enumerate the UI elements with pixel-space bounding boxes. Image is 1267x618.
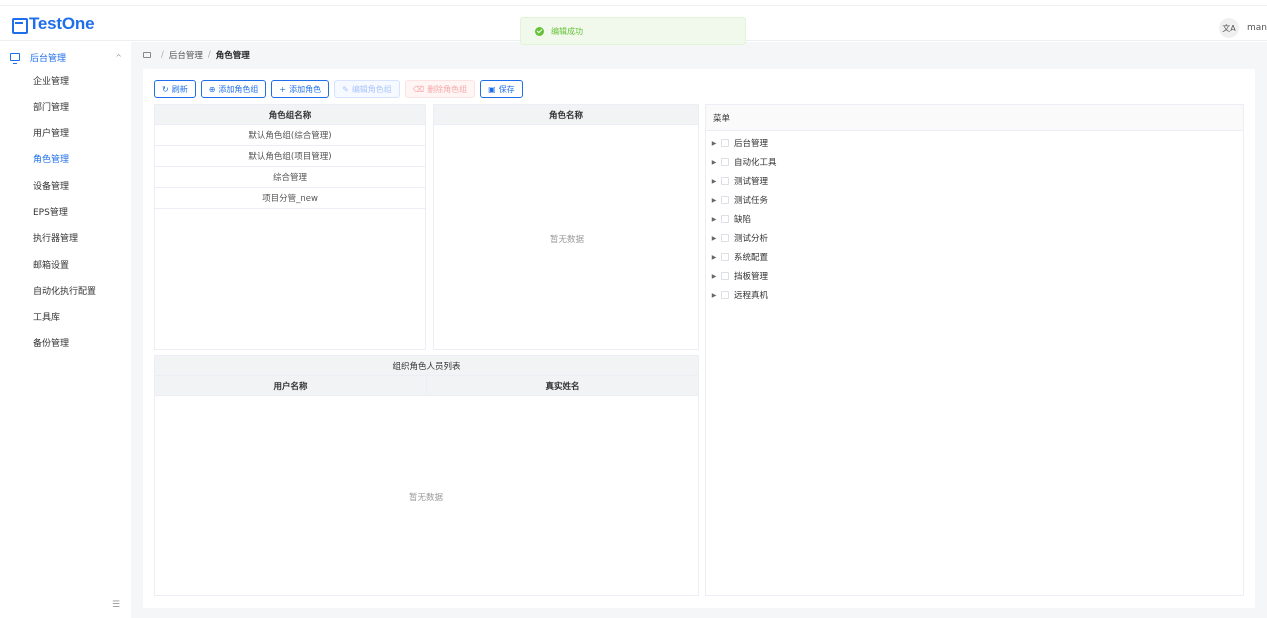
checkbox[interactable] — [721, 215, 729, 223]
plus-icon: + — [279, 84, 287, 94]
sidebar-group-backend[interactable]: 后台管理 ^ — [10, 48, 122, 66]
role-header: 角色名称 — [434, 105, 698, 125]
tree-node[interactable]: ▶ 系统配置 — [709, 249, 768, 265]
sidebar-item-mail[interactable]: 邮箱设置 — [33, 258, 69, 274]
checkbox[interactable] — [721, 234, 729, 242]
user-area: 文A manager — [1219, 18, 1267, 38]
edit-role-group-button[interactable]: ✎ 编辑角色组 — [334, 80, 400, 98]
edit-icon: ✎ — [342, 84, 349, 94]
table-row[interactable]: 默认角色组(综合管理) — [155, 125, 425, 146]
checkbox[interactable] — [721, 291, 729, 299]
role-panel: 角色名称 暂无数据 — [433, 104, 699, 350]
sidebar-item-executors[interactable]: 执行器管理 — [33, 231, 78, 247]
empty-text: 暂无数据 — [409, 493, 444, 503]
caret-right-icon[interactable]: ▶ — [709, 216, 719, 223]
success-check-icon — [535, 26, 544, 36]
save-button[interactable]: ▣ 保存 — [480, 80, 523, 98]
sidebar-item-users[interactable]: 用户管理 — [33, 126, 69, 142]
main-content: / 后台管理 / 角色管理 ↻ 刷新 ⊕ 添加角色组 + 添加角色 ✎ 编辑角色组 ⌫ 删… — [131, 42, 1267, 618]
sidebar-item-department[interactable]: 部门管理 — [33, 100, 69, 116]
table-row[interactable]: 综合管理 — [155, 167, 425, 188]
member-columns: 用户名称 真实姓名 — [155, 376, 698, 396]
caret-right-icon[interactable]: ▶ — [709, 178, 719, 185]
tree-node[interactable]: ▶ 缺陷 — [709, 211, 751, 227]
table-row[interactable]: 项目分管_new — [155, 188, 425, 209]
checkbox[interactable] — [721, 158, 729, 166]
sidebar-item-toolbox[interactable]: 工具库 — [33, 310, 60, 326]
toolbar: ↻ 刷新 ⊕ 添加角色组 + 添加角色 ✎ 编辑角色组 ⌫ 删除角色组 ▣ 保存 — [154, 80, 523, 98]
sidebar-item-backup[interactable]: 备份管理 — [33, 336, 69, 352]
user-name[interactable]: manager — [1247, 23, 1267, 33]
sidebar-item-roles[interactable]: 角色管理 — [33, 152, 69, 168]
home-icon[interactable] — [143, 52, 151, 58]
caret-right-icon[interactable]: ▶ — [709, 159, 719, 166]
tree-node[interactable]: ▶ 挡板管理 — [709, 268, 768, 284]
tree-node[interactable]: ▶ 后台管理 — [709, 135, 768, 151]
sidebar-item-enterprise[interactable]: 企业管理 — [33, 74, 69, 90]
table-row[interactable]: 默认角色组(项目管理) — [155, 146, 425, 167]
refresh-button[interactable]: ↻ 刷新 — [154, 80, 196, 98]
sidebar: 后台管理 ^ 企业管理 部门管理 用户管理 角色管理 设备管理 EPS管理 执行… — [0, 42, 131, 618]
breadcrumb-separator: / — [207, 50, 211, 60]
caret-right-icon[interactable]: ▶ — [709, 235, 719, 242]
caret-right-icon[interactable]: ▶ — [709, 140, 719, 147]
checkbox[interactable] — [721, 272, 729, 280]
member-panel: 组织角色人员列表 用户名称 真实姓名 暂无数据 — [154, 355, 699, 596]
chevron-up-icon: ^ — [115, 52, 122, 62]
language-icon[interactable]: 文A — [1219, 18, 1239, 38]
checkbox[interactable] — [721, 139, 729, 147]
column-realname: 真实姓名 — [545, 381, 580, 392]
tree-node[interactable]: ▶ 测试管理 — [709, 173, 768, 189]
column-username: 用户名称 — [155, 376, 427, 395]
caret-right-icon[interactable]: ▶ — [709, 292, 719, 299]
collapse-menu-icon[interactable]: ☰ — [112, 600, 120, 610]
trash-icon: ⌫ — [412, 84, 425, 94]
monitor-icon — [10, 53, 20, 64]
tree-node[interactable]: ▶ 测试任务 — [709, 192, 768, 208]
sidebar-group-label: 后台管理 — [30, 53, 67, 64]
checkbox[interactable] — [721, 177, 729, 185]
menu-header: 菜单 — [706, 105, 1243, 131]
toast-message: 编辑成功 — [551, 26, 583, 36]
role-group-panel: 角色组名称 默认角色组(综合管理) 默认角色组(项目管理) 综合管理 项目分管_… — [154, 104, 426, 350]
member-title: 组织角色人员列表 — [155, 356, 698, 376]
logo[interactable]: TestOne — [12, 14, 95, 34]
refresh-icon: ↻ — [162, 84, 169, 94]
role-management-card: ↻ 刷新 ⊕ 添加角色组 + 添加角色 ✎ 编辑角色组 ⌫ 删除角色组 ▣ 保存 角色组名称… — [143, 69, 1255, 608]
logo-icon — [12, 17, 28, 34]
checkbox[interactable] — [721, 196, 729, 204]
success-toast: 编辑成功 — [520, 17, 746, 45]
sidebar-item-automation-config[interactable]: 自动化执行配置 — [33, 284, 96, 300]
caret-right-icon[interactable]: ▶ — [709, 273, 719, 280]
tree-node[interactable]: ▶ 测试分析 — [709, 230, 768, 246]
caret-right-icon[interactable]: ▶ — [709, 197, 719, 204]
logo-text: TestOne — [29, 14, 95, 33]
empty-text: 暂无数据 — [550, 235, 585, 245]
breadcrumb-current: 角色管理 — [215, 51, 250, 61]
add-role-button[interactable]: + 添加角色 — [271, 80, 330, 98]
sidebar-item-devices[interactable]: 设备管理 — [33, 179, 69, 195]
tree-node[interactable]: ▶ 远程真机 — [709, 287, 768, 303]
role-group-header: 角色组名称 — [155, 105, 425, 125]
menu-panel: 菜单 ▶ 后台管理 ▶ 自动化工具 ▶ 测试管理 ▶ 测试任务 ▶ 缺陷 ▶ 测试分析 ▶ 系… — [705, 104, 1244, 596]
save-icon: ▣ — [488, 84, 496, 94]
tree-node[interactable]: ▶ 自动化工具 — [709, 154, 777, 170]
add-role-group-button[interactable]: ⊕ 添加角色组 — [200, 80, 267, 98]
delete-role-group-button[interactable]: ⌫ 删除角色组 — [404, 80, 476, 98]
caret-right-icon[interactable]: ▶ — [709, 254, 719, 261]
checkbox[interactable] — [721, 253, 729, 261]
sidebar-item-eps[interactable]: EPS管理 — [33, 205, 68, 221]
breadcrumb-parent[interactable]: 后台管理 — [169, 49, 203, 61]
breadcrumb: / 后台管理 / 角色管理 — [143, 48, 250, 62]
breadcrumb-separator: / — [161, 50, 164, 60]
plus-circle-icon: ⊕ — [208, 84, 216, 94]
